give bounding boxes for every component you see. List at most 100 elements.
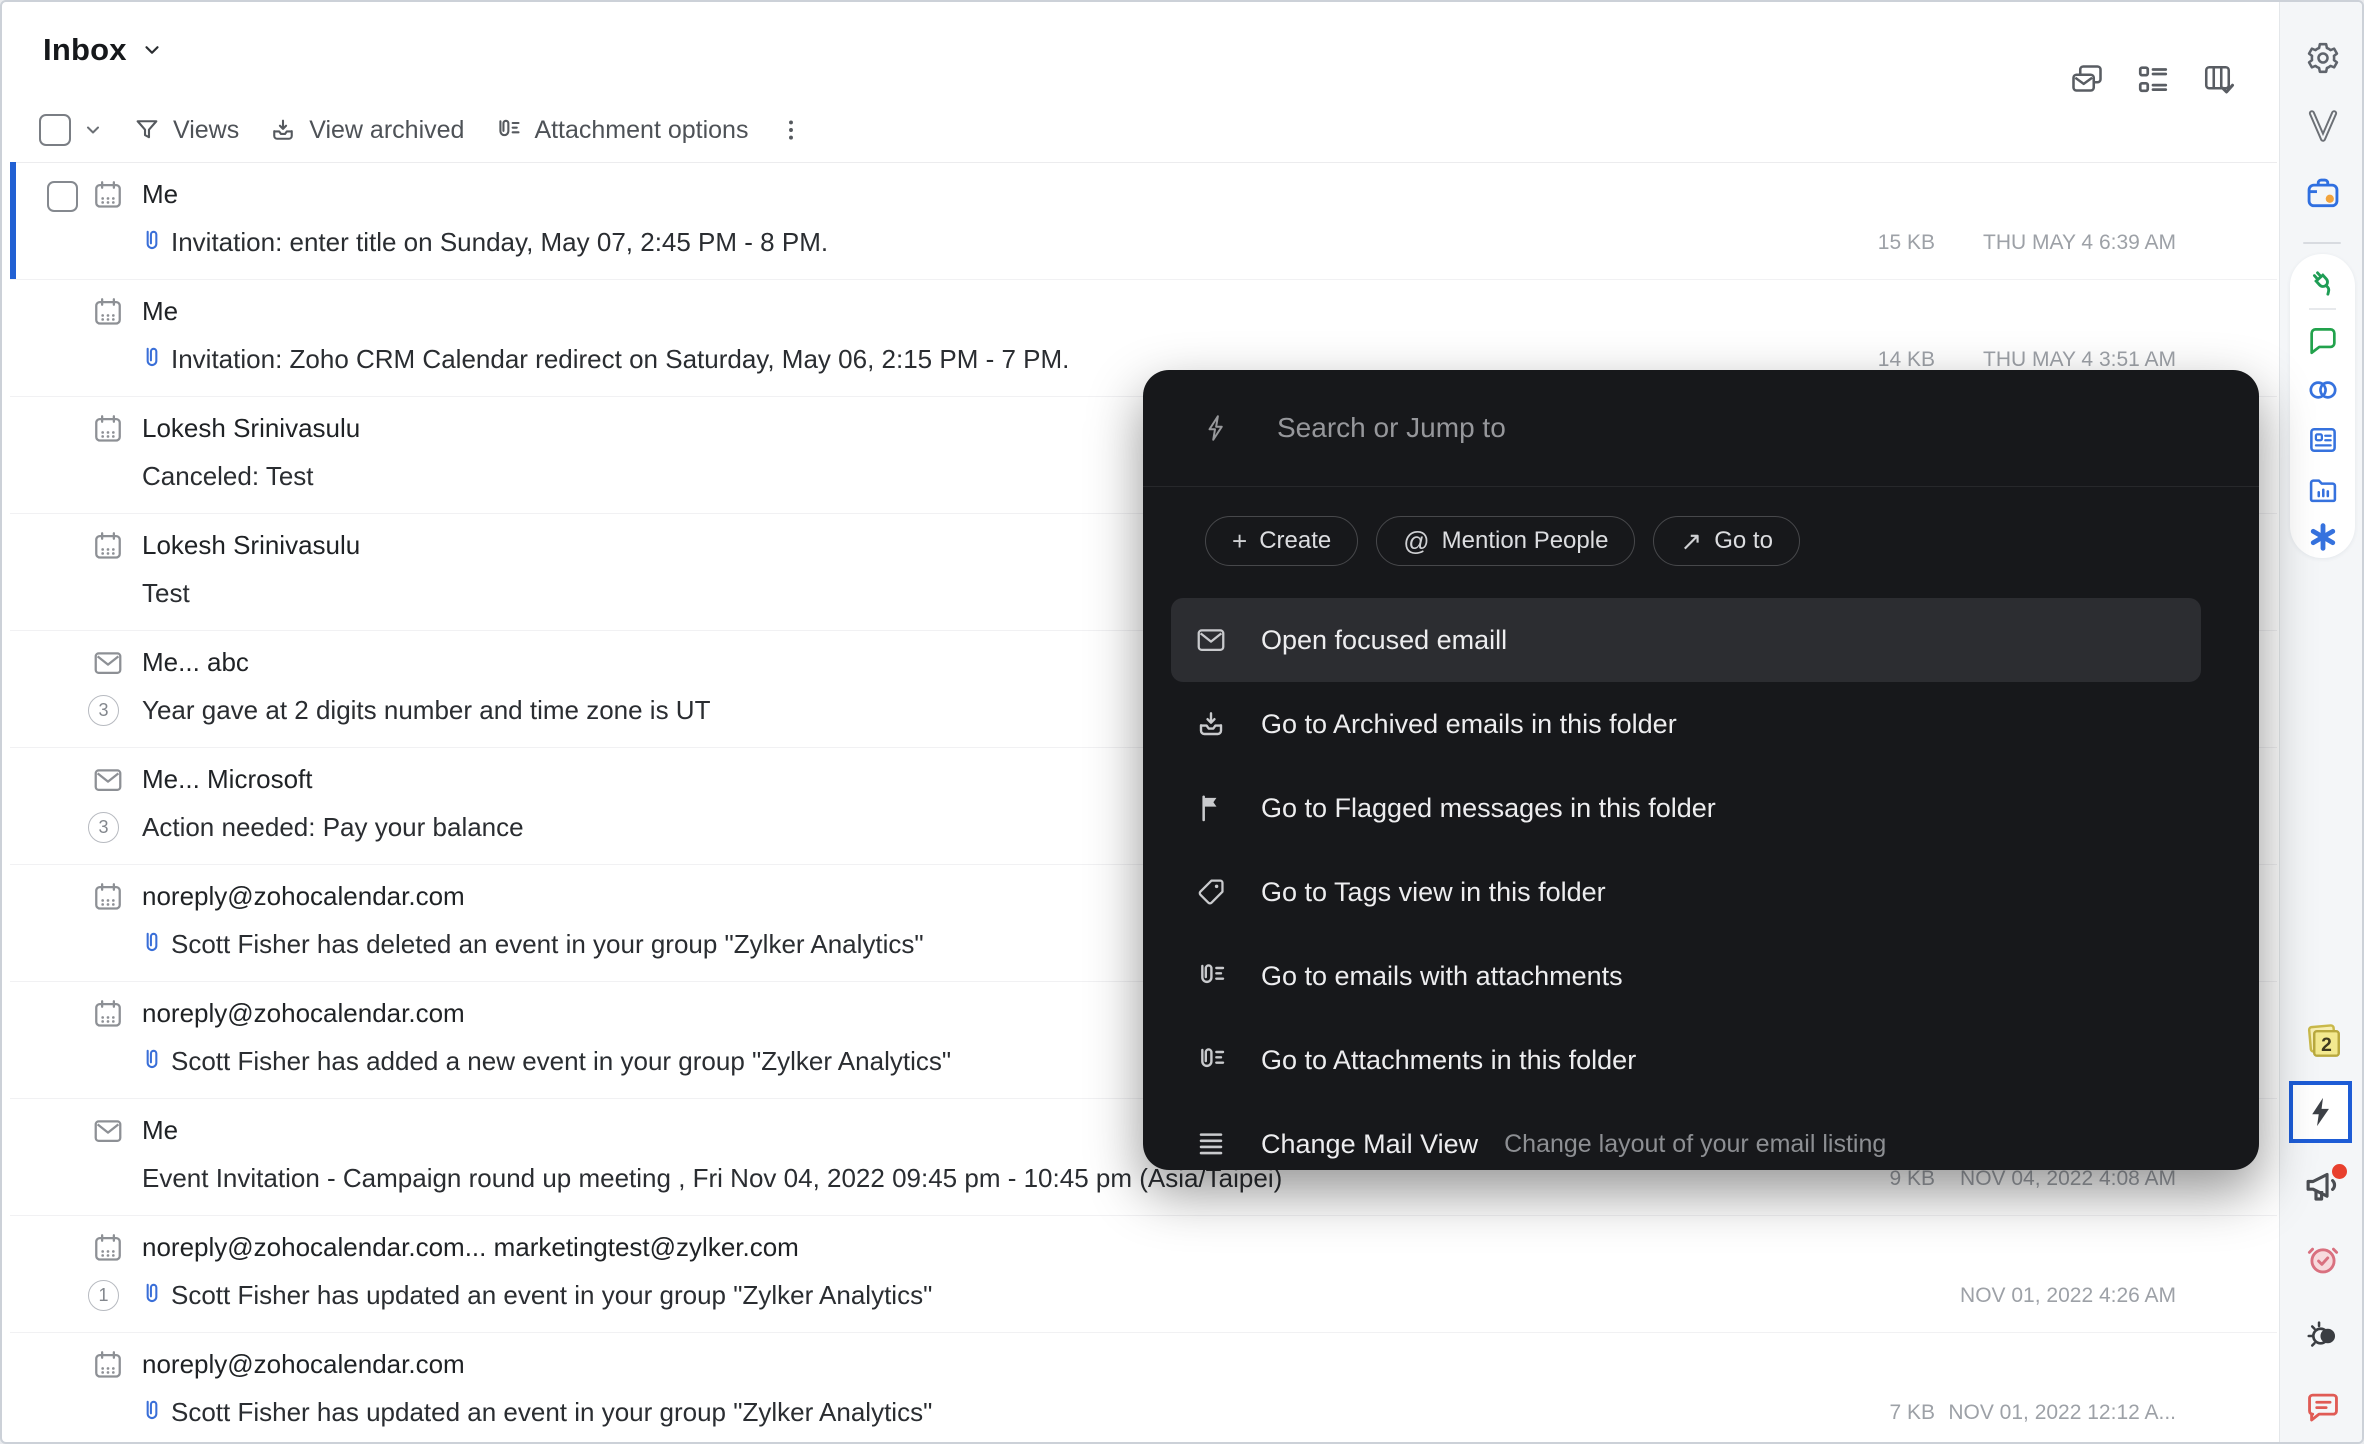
email-date: THU MAY 4 6:39 AM: [1983, 231, 2176, 255]
email-row[interactable]: noreply@zohocalendar.com Scott Fisher ha…: [10, 1333, 2277, 1442]
palette-item-subtitle: Change layout of your email listing: [1504, 1130, 1886, 1159]
archive-icon: [269, 116, 297, 144]
calendar-event-icon: [92, 530, 124, 562]
email-sender: Me: [142, 1115, 178, 1146]
palette-item-label: Go to Attachments in this folder: [1261, 1045, 1636, 1076]
zoho-apps-asterisk-icon[interactable]: [2280, 520, 2364, 554]
theme-toggle-icon[interactable]: [2280, 1317, 2364, 1355]
email-sender: Lokesh Srinivasulu: [142, 530, 360, 561]
view-archived-button[interactable]: View archived: [269, 116, 464, 145]
email-subject: Canceled: Test: [142, 461, 314, 492]
folder-selector[interactable]: Inbox: [43, 32, 163, 68]
palette-item-attachments-in-folder[interactable]: Go to Attachments in this folder: [1171, 1018, 2201, 1102]
select-all-checkbox[interactable]: [39, 114, 71, 146]
analytics-folder-icon[interactable]: [2280, 473, 2364, 507]
attachment-icon: [494, 116, 522, 144]
sticky-notes-icon[interactable]: 2: [2280, 1020, 2364, 1062]
email-date: NOV 01, 2022 12:12 A...: [1948, 1401, 2176, 1425]
lightning-bolt-icon: [1201, 413, 1231, 443]
email-sender: noreply@zohocalendar.com: [142, 998, 465, 1029]
row-checkbox[interactable]: [47, 181, 78, 212]
email-sender: Lokesh Srinivasulu: [142, 413, 360, 444]
zoho-mail-window: Inbox Views View archived: [0, 0, 2364, 1444]
attachment-paperclip-icon: [139, 226, 165, 256]
chat-icon[interactable]: [2280, 323, 2364, 357]
announcements-megaphone-icon[interactable]: [2280, 1164, 2364, 1206]
go-to-chip[interactable]: ↗Go to: [1653, 516, 1800, 566]
palette-item-archived-emails[interactable]: Go to Archived emails in this folder: [1171, 682, 2201, 766]
attachment-paperclip-icon: [139, 1045, 165, 1075]
contact-card-icon[interactable]: [2280, 423, 2364, 457]
palette-item-open-focused-email[interactable]: Open focused emaill: [1171, 598, 2201, 682]
feedback-chat-icon[interactable]: [2280, 1388, 2364, 1426]
email-subject: Scott Fisher has updated an event in you…: [171, 1397, 932, 1428]
thread-count-badge: 3: [88, 695, 119, 726]
palette-item-label: Go to Tags view in this folder: [1261, 877, 1606, 908]
palette-item-emails-with-attachments[interactable]: Go to emails with attachments: [1171, 934, 2201, 1018]
envelope-icon: [1195, 624, 1227, 656]
palette-search-input[interactable]: Search or Jump to: [1143, 370, 2259, 487]
calendar-event-icon: [92, 881, 124, 913]
palette-item-change-mail-view[interactable]: Change Mail View Change layout of your e…: [1171, 1102, 2201, 1170]
at-sign-icon: @: [1403, 528, 1429, 554]
folder-name: Inbox: [43, 32, 127, 68]
search-placeholder: Search or Jump to: [1277, 412, 1506, 444]
more-options-kebab-icon[interactable]: [778, 117, 804, 143]
views-button[interactable]: Views: [133, 116, 239, 145]
quick-actions-lightning-icon[interactable]: [2289, 1081, 2352, 1143]
list-toolbar: Views View archived Attachment options: [39, 108, 804, 152]
email-row[interactable]: Me Invitation: enter title on Sunday, Ma…: [10, 163, 2277, 280]
calendar-event-icon: [92, 998, 124, 1030]
email-size: 14 KB: [1878, 348, 1935, 372]
email-sender: Me: [142, 179, 178, 210]
calendar-event-icon: [92, 179, 124, 211]
right-app-sidebar: 2: [2279, 2, 2364, 1442]
palette-item-tags-view[interactable]: Go to Tags view in this folder: [1171, 850, 2201, 934]
email-subject: Scott Fisher has updated an event in you…: [171, 1280, 932, 1311]
calendar-event-icon: [92, 1232, 124, 1264]
mail-preview-icon[interactable]: [2069, 62, 2105, 98]
palette-item-label: Open focused emaill: [1261, 625, 1507, 656]
reminder-alarm-icon[interactable]: [2280, 1240, 2364, 1278]
email-subject: Year gave at 2 digits number and time zo…: [142, 695, 710, 726]
settings-gear-icon[interactable]: [2280, 40, 2364, 76]
email-subject: Invitation: Zoho CRM Calendar redirect o…: [171, 344, 1069, 375]
palette-item-flagged-messages[interactable]: Go to Flagged messages in this folder: [1171, 766, 2201, 850]
email-sender: Me... Microsoft: [142, 764, 312, 795]
email-sender: noreply@zohocalendar.com: [142, 1349, 465, 1380]
calendar-event-icon: [92, 1349, 124, 1381]
email-size: 9 KB: [1889, 1167, 1935, 1191]
view-archived-label: View archived: [309, 116, 464, 145]
mention-people-chip[interactable]: @ Mention People: [1376, 516, 1635, 566]
email-sender: noreply@zohocalendar.com... marketingtes…: [142, 1232, 799, 1263]
email-sender: Me: [142, 296, 178, 327]
mention-people-chip-label: Mention People: [1442, 527, 1609, 555]
email-date: NOV 01, 2022 4:26 AM: [1960, 1284, 2176, 1308]
attachment-paperclip-icon: [139, 343, 165, 373]
integrations-plug-icon[interactable]: [2280, 264, 2364, 300]
zoho-v-paperclip-icon[interactable]: [2280, 108, 2364, 144]
calendar-event-icon: [92, 296, 124, 328]
tag-icon: [1195, 876, 1227, 908]
create-chip-label: Create: [1259, 527, 1331, 555]
list-view-icon[interactable]: [2135, 62, 2171, 98]
column-settings-icon[interactable]: [2201, 62, 2237, 98]
email-subject: Invitation: enter title on Sunday, May 0…: [171, 227, 828, 258]
email-sender: Me... abc: [142, 647, 249, 678]
thread-count-badge: 1: [88, 1280, 119, 1311]
attachment-options-label: Attachment options: [534, 116, 748, 145]
calendar-event-icon: [92, 413, 124, 445]
email-row[interactable]: noreply@zohocalendar.com... marketingtes…: [10, 1216, 2277, 1333]
attachment-icon: [1195, 960, 1227, 992]
create-chip[interactable]: +Create: [1205, 516, 1358, 566]
briefcase-icon[interactable]: [2280, 175, 2364, 213]
select-options-chevron-icon[interactable]: [83, 120, 103, 140]
sidebar-divider: [2303, 242, 2341, 244]
menu-lines-icon: [1195, 1128, 1227, 1160]
email-date: NOV 04, 2022 4:08 AM: [1960, 1167, 2176, 1191]
palette-item-label: Go to Archived emails in this folder: [1261, 709, 1677, 740]
links-chain-icon[interactable]: [2280, 373, 2364, 407]
pill-divider: [2309, 308, 2336, 310]
palette-suggestions: Open focused emaill Go to Archived email…: [1171, 598, 2201, 1170]
attachment-options-button[interactable]: Attachment options: [494, 116, 748, 145]
